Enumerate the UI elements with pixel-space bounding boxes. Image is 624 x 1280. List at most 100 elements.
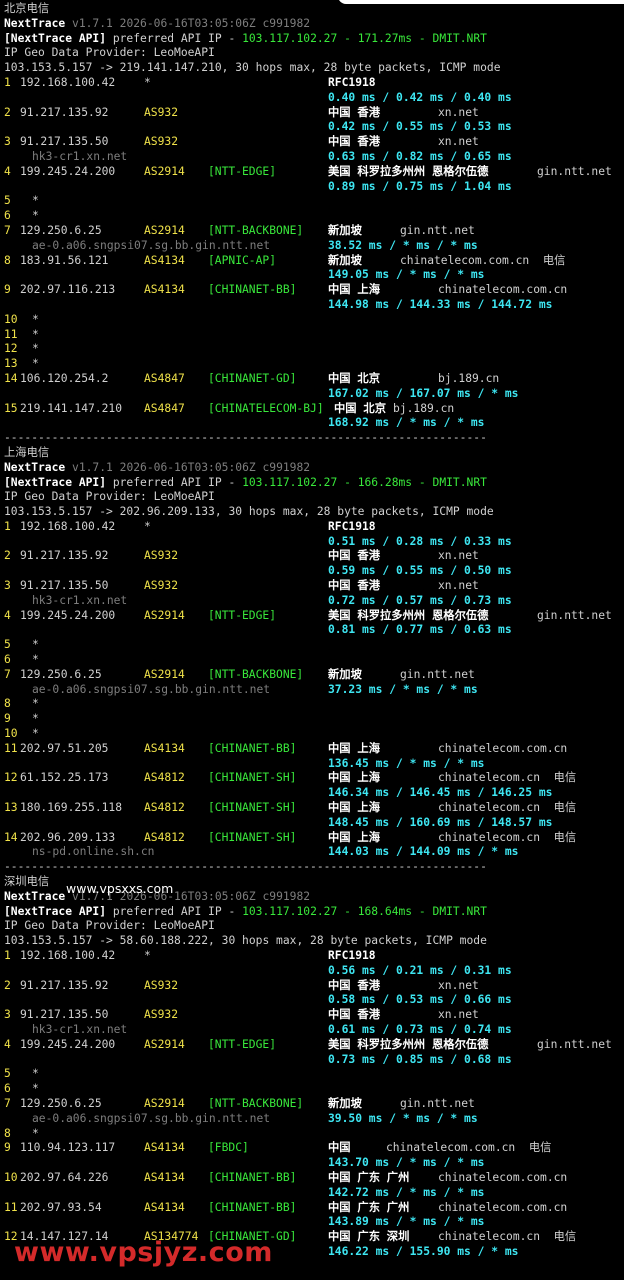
hop-number: 5 (4, 1067, 11, 1081)
hop-latency: 0.72 ms / 0.57 ms / 0.73 ms (328, 593, 512, 607)
api-line: [NextTrace API] preferred API IP - 103.1… (4, 476, 624, 491)
app-name: NextTrace (4, 16, 66, 30)
hop-extra: xn.net (438, 549, 479, 563)
api-line: [NextTrace API] preferred API IP - 103.1… (4, 32, 624, 47)
hop-extra: chinatelecom.com.cn (438, 1170, 568, 1184)
divider: ----------------------------------------… (4, 860, 624, 875)
hop-number: 7 (4, 667, 11, 681)
geo-provider: IP Geo Data Provider: LeoMoeAPI (4, 46, 215, 60)
hop-extra: gin.ntt.net (400, 1096, 475, 1110)
hop-geo: 中国 北京 (334, 401, 386, 415)
hop-extra: xn.net (438, 1008, 479, 1022)
hop-latency-row: 0.51 ms / 0.28 ms / 0.33 ms (4, 535, 624, 550)
hop-number: 6 (4, 209, 11, 223)
watermark-mid: www.vpsxxs.com (66, 881, 174, 896)
hop-extra: chinatelecom.com.cn (438, 283, 568, 297)
hop-geo: 中国 上海 (328, 283, 380, 297)
hop-asn: AS4134 (144, 253, 185, 267)
version-line: NextTrace v1.7.1 2026-06-16T03:05:06Z c9… (4, 461, 624, 476)
hop-number: 9 (4, 712, 11, 726)
hop-latency: 0.42 ms / 0.55 ms / 0.53 ms (328, 120, 512, 134)
hop-latency-row: 0.42 ms / 0.55 ms / 0.53 ms (4, 120, 624, 135)
hop-asn: AS4134 (144, 1170, 185, 1184)
api-ip: 103.117.102.27 (242, 475, 338, 489)
hop-tag: [CHINANET-SH] (208, 771, 297, 785)
hop-row: 10 * (4, 727, 624, 742)
sep: - (412, 475, 433, 489)
hop-row: 11 202.97.51.205 AS4134 [CHINANET-BB] 中国 上海 c… (4, 742, 624, 757)
hop-ip: 110.94.123.117 (20, 1141, 116, 1155)
hop-extra: chinatelecom.cn 电信 (438, 830, 577, 844)
hop-latency-row: hk3-cr1.xn.net 0.63 ms / 0.82 ms / 0.65 m… (4, 150, 624, 165)
hop-number: 9 (4, 1141, 11, 1155)
hop-ip: 91.217.135.92 (20, 105, 109, 119)
hop-hostname: ae-0.a06.sngpsi07.sg.bb.gin.ntt.net (32, 238, 271, 252)
hop-latency: 0.51 ms / 0.28 ms / 0.33 ms (328, 534, 512, 548)
hop-extra: chinatelecom.cn 电信 (438, 1230, 577, 1244)
hop-asn: * (144, 75, 151, 89)
hop-geo: 新加坡 (328, 223, 362, 237)
hop-latency: 143.70 ms / * ms / * ms (328, 1156, 485, 1170)
hop-hostname: hk3-cr1.xn.net (32, 1022, 128, 1036)
hop-latency: 144.03 ms / 144.09 ms / * ms (328, 845, 519, 859)
hop-tag: [CHINANET-BB] (208, 1200, 297, 1214)
line-wrap: [NextTrace API] preferred API IP - 103.1… (4, 32, 487, 47)
hop-row: 8 183.91.56.121 AS4134 [APNIC-AP] 新加坡 chinate… (4, 254, 624, 269)
hop-number: 1 (4, 519, 11, 533)
hop-latency-row: ae-0.a06.sngpsi07.sg.bb.gin.ntt.net 37.23… (4, 683, 624, 698)
hop-latency: 136.45 ms / * ms / * ms (328, 756, 485, 770)
line-wrap: NextTrace v1.7.1 2026-06-16T03:05:06Z c9… (4, 17, 310, 32)
api-text: preferred API IP - (106, 475, 243, 489)
hop-number: 6 (4, 1082, 11, 1096)
sep: - (412, 904, 433, 918)
hop-row: 10 * (4, 313, 624, 328)
hop-row: 4 199.245.24.200 AS2914 [NTT-EDGE] 美国 科罗拉多州州… (4, 1038, 624, 1053)
hop-asn: AS2914 (144, 1096, 185, 1110)
hop-asn: AS4134 (144, 1200, 185, 1214)
hop-extra: xn.net (438, 135, 479, 149)
route-summary: 103.153.5.157 -> 219.141.147.210, 30 hop… (4, 61, 501, 75)
version-info: v1.7.1 2026-06-16T03:05:06Z c991982 (72, 460, 311, 474)
hop-tag: [FBDC] (208, 1141, 249, 1155)
hop-row: 6 * (4, 653, 624, 668)
hop-latency: 149.05 ms / * ms / * ms (328, 268, 485, 282)
hop-ip: 202.97.116.213 (20, 283, 116, 297)
hop-latency-row: 0.73 ms / 0.85 ms / 0.68 ms (4, 1053, 624, 1068)
hop-asn: AS4812 (144, 801, 185, 815)
hop-geo: 中国 上海 (328, 741, 380, 755)
hop-row: 5 * (4, 1067, 624, 1082)
hop-row: 12 61.152.25.173 AS4812 [CHINANET-SH] 中国 上海 c… (4, 771, 624, 786)
hop-latency-row: hk3-cr1.xn.net 0.61 ms / 0.73 ms / 0.74 m… (4, 1023, 624, 1038)
hop-latency-row: 0.56 ms / 0.21 ms / 0.31 ms (4, 964, 624, 979)
hop-latency-row: 168.92 ms / * ms / * ms (4, 416, 624, 431)
hop-latency-row: hk3-cr1.xn.net 0.72 ms / 0.57 ms / 0.73 m… (4, 594, 624, 609)
hop-extra: chinatelecom.cn 电信 (438, 801, 577, 815)
line-wrap: [NextTrace API] preferred API IP - 103.1… (4, 476, 487, 491)
hop-number: 6 (4, 653, 11, 667)
hop-ip: 129.250.6.25 (20, 667, 102, 681)
hop-geo: 中国 广东 深圳 (328, 1230, 410, 1244)
geo-provider-line: IP Geo Data Provider: LeoMoeAPI (4, 919, 624, 934)
hop-extra: chinatelecom.com.cn 电信 (400, 253, 566, 267)
hop-ip: 106.120.254.2 (20, 371, 109, 385)
hop-ip: 192.168.100.42 (20, 949, 116, 962)
hop-row: 12 * (4, 342, 624, 357)
hop-latency-row: 144.98 ms / 144.33 ms / 144.72 ms (4, 298, 624, 313)
hop-ip: 91.217.135.92 (20, 549, 109, 563)
hop-latency-row: 136.45 ms / * ms / * ms (4, 757, 624, 772)
api-prefix: [NextTrace API] (4, 31, 107, 45)
hop-asn: AS932 (144, 1008, 179, 1022)
line-wrap: [NextTrace API] preferred API IP - 103.1… (4, 905, 487, 920)
hop-number: 3 (4, 135, 11, 149)
hop-timeout: * (32, 327, 39, 341)
sep: - (337, 31, 358, 45)
hop-latency: 0.56 ms / 0.21 ms / 0.31 ms (328, 963, 512, 977)
hop-geo: 中国 香港 (328, 105, 380, 119)
hop-row: 15 219.141.147.210 AS4847 [CHINATELECOM-BJ]… (4, 402, 624, 417)
divider: ----------------------------------------… (4, 431, 624, 446)
hop-latency: 0.59 ms / 0.55 ms / 0.50 ms (328, 564, 512, 578)
route-summary: 103.153.5.157 -> 202.96.209.133, 30 hops… (4, 505, 494, 519)
hop-tag: [CHINANET-SH] (208, 830, 297, 844)
hop-ip: 91.217.135.50 (20, 1008, 109, 1022)
api-line: [NextTrace API] preferred API IP - 103.1… (4, 905, 624, 920)
